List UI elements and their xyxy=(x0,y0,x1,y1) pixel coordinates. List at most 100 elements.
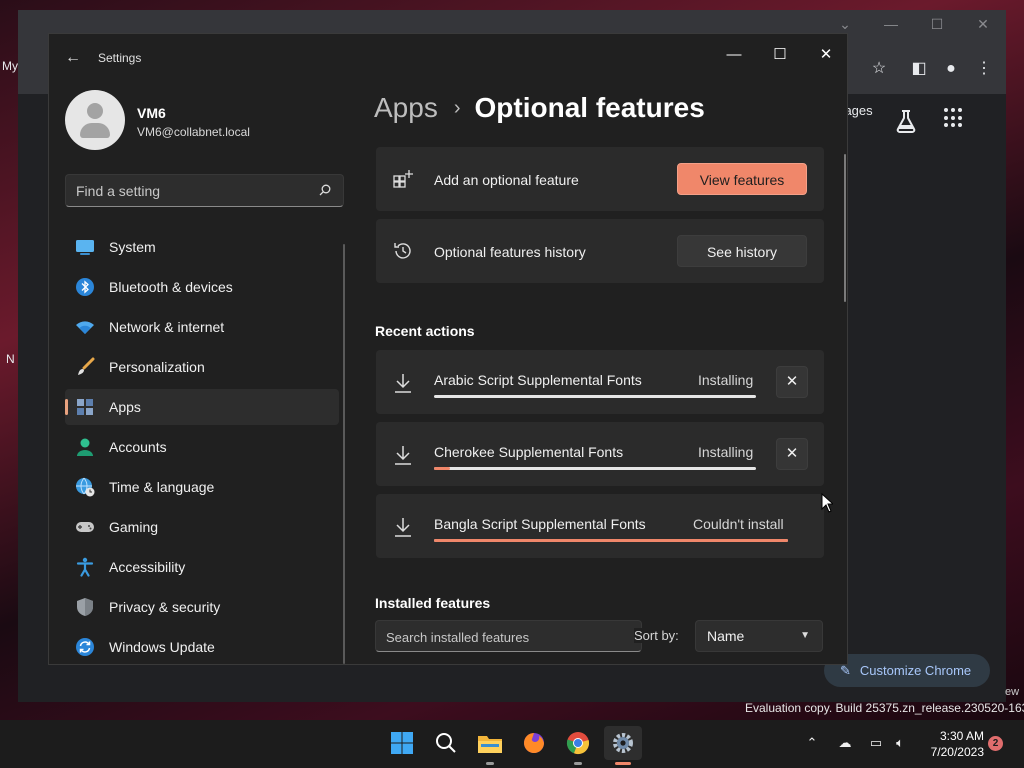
chrome-minimize-icon[interactable]: — xyxy=(876,16,906,36)
sort-select[interactable]: Name ▼ xyxy=(695,620,823,652)
installed-search-box[interactable] xyxy=(375,620,642,652)
profile-icon[interactable]: ● xyxy=(940,58,962,80)
sort-value: Name xyxy=(707,628,745,644)
person-icon xyxy=(77,438,93,456)
explorer-running-indicator xyxy=(486,762,494,765)
progress-fill xyxy=(434,467,451,470)
user-name: VM6 xyxy=(137,105,166,121)
cancel-install-button[interactable]: ✕ xyxy=(776,438,808,470)
progress-fill xyxy=(434,539,788,542)
evaluation-watermark: Evaluation copy. Build 25375.zn_release.… xyxy=(745,701,1024,715)
nav-scrollbar[interactable] xyxy=(343,244,345,664)
network-status-icon[interactable]: ▭ xyxy=(867,734,885,752)
customize-chrome-label: Customize Chrome xyxy=(859,663,972,678)
taskbar-clock[interactable]: 3:30 AM 7/20/2023 xyxy=(922,728,984,760)
chrome-menu-icon[interactable]: ⋮ xyxy=(973,58,995,80)
desktop-text-fragment: ew xyxy=(1005,686,1020,698)
progress-bar xyxy=(434,467,756,470)
download-icon xyxy=(395,374,411,393)
history-card: Optional features history See history xyxy=(376,219,824,283)
show-hidden-icons-chevron-icon[interactable]: ⌃ xyxy=(803,734,821,752)
chrome-bookmark-fragment[interactable]: My xyxy=(2,59,18,73)
file-explorer-button[interactable] xyxy=(475,728,505,758)
settings-titlebar: ← Settings — ☐ ✕ xyxy=(49,34,847,82)
onedrive-cloud-icon[interactable]: ☁ xyxy=(836,734,854,752)
settings-search-box[interactable] xyxy=(65,174,344,207)
chrome-button[interactable] xyxy=(563,728,593,758)
settings-search-input[interactable] xyxy=(76,182,306,200)
shield-icon xyxy=(77,598,93,616)
nav-item-gaming[interactable]: Gaming xyxy=(65,509,339,545)
chrome-running-indicator xyxy=(574,762,582,765)
nav-item-accessibility[interactable]: Accessibility xyxy=(65,549,339,585)
nav-item-privacy-security[interactable]: Privacy & security xyxy=(65,589,339,625)
add-feature-card: Add an optional feature View features xyxy=(376,147,824,211)
nav-item-bluetooth[interactable]: Bluetooth & devices xyxy=(65,269,339,305)
user-avatar[interactable] xyxy=(65,90,125,150)
globe-clock-icon xyxy=(76,477,95,497)
notification-badge[interactable]: 2 xyxy=(988,736,1003,751)
bluetooth-icon xyxy=(76,278,94,296)
see-history-button[interactable]: See history xyxy=(677,235,807,267)
installed-search-input[interactable] xyxy=(386,628,626,646)
mouse-cursor-icon xyxy=(821,493,833,513)
firefox-button[interactable] xyxy=(519,728,549,758)
content-scrollbar[interactable] xyxy=(844,154,846,302)
breadcrumb-chevron-icon: › xyxy=(453,96,461,119)
nav-item-personalization[interactable]: Personalization xyxy=(65,349,339,385)
maximize-button[interactable]: ☐ xyxy=(765,40,795,70)
volume-icon[interactable]: 🔈︎ xyxy=(891,734,909,752)
start-button[interactable] xyxy=(387,728,417,758)
history-title: Optional features history xyxy=(434,244,586,260)
taskbar-search-button[interactable] xyxy=(431,728,461,758)
feature-name: Cherokee Supplemental Fonts xyxy=(434,444,624,460)
nav-label: Bluetooth & devices xyxy=(109,279,233,295)
chevron-down-icon: ▼ xyxy=(800,630,810,641)
nav-label: Personalization xyxy=(109,359,205,375)
side-panel-icon[interactable]: ◧ xyxy=(908,58,930,80)
history-icon xyxy=(394,243,411,259)
nav-item-time-language[interactable]: Time & language xyxy=(65,469,339,505)
feature-status: Couldn't install xyxy=(693,516,784,532)
settings-taskbar-button[interactable] xyxy=(604,726,642,760)
chrome-labs-icon[interactable] xyxy=(893,108,919,134)
breadcrumb-apps[interactable]: Apps xyxy=(374,92,438,124)
customize-chrome-button[interactable]: ✎ Customize Chrome xyxy=(824,654,990,687)
add-apps-icon xyxy=(393,170,413,188)
feature-status: Installing xyxy=(698,444,754,460)
add-feature-title: Add an optional feature xyxy=(434,172,579,188)
nav-item-apps[interactable]: Apps xyxy=(65,389,339,425)
breadcrumb: Apps › Optional features xyxy=(374,92,705,124)
nav-label: Gaming xyxy=(109,519,159,535)
folder-icon xyxy=(478,736,502,753)
bookmark-star-icon[interactable]: ☆ xyxy=(868,58,890,80)
close-icon: ✕ xyxy=(785,373,799,390)
taskbar: ⌃ ☁ ▭ 🔈︎ 3:30 AM 7/20/2023 2 xyxy=(0,720,1024,768)
clock-time: 3:30 AM xyxy=(939,729,984,743)
minimize-button[interactable]: — xyxy=(719,40,749,70)
nav-label: Time & language xyxy=(109,479,215,495)
desktop-label-fragment: N xyxy=(6,352,15,366)
chrome-icon xyxy=(566,732,590,755)
sync-icon xyxy=(76,638,94,656)
google-apps-icon[interactable] xyxy=(944,108,964,128)
progress-bar xyxy=(434,395,756,398)
nav-item-network[interactable]: Network & internet xyxy=(65,309,339,345)
recent-action-row: Bangla Script Supplemental Fonts Couldn'… xyxy=(376,494,824,558)
chrome-close-icon[interactable]: ✕ xyxy=(968,16,998,36)
download-icon xyxy=(395,518,411,537)
cancel-install-button[interactable]: ✕ xyxy=(776,366,808,398)
nav-item-windows-update[interactable]: Windows Update xyxy=(65,629,339,664)
chrome-maximize-icon[interactable]: ☐ xyxy=(922,16,952,36)
nav-label: System xyxy=(109,239,156,255)
nav-item-accounts[interactable]: Accounts xyxy=(65,429,339,465)
download-icon xyxy=(395,446,411,465)
firefox-icon xyxy=(524,733,544,753)
view-features-button[interactable]: View features xyxy=(677,163,807,195)
installed-features-heading: Installed features xyxy=(375,595,491,611)
close-button[interactable]: ✕ xyxy=(811,40,841,70)
nav-item-system[interactable]: System xyxy=(65,229,339,265)
back-arrow-icon[interactable]: ← xyxy=(63,48,83,68)
search-icon[interactable] xyxy=(319,184,331,196)
settings-app-title: Settings xyxy=(98,51,142,65)
